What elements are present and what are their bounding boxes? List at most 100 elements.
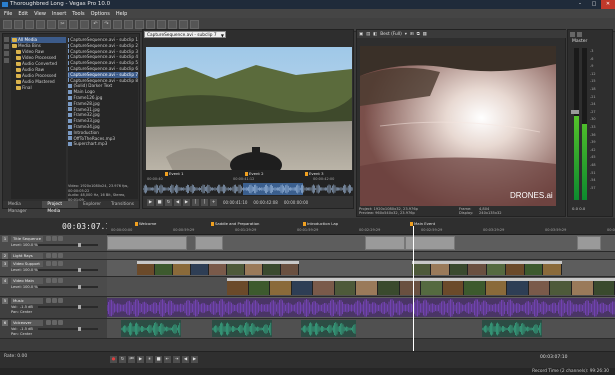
track-name[interactable]: Music — [11, 298, 43, 304]
envelope-tool-icon[interactable] — [124, 20, 133, 29]
copy-snapshot-icon[interactable]: ⧉ — [417, 32, 420, 37]
pause-icon[interactable]: ⏸ — [146, 356, 153, 363]
set-in-icon[interactable]: [ — [192, 198, 199, 206]
track-name[interactable]: Voiceover — [11, 320, 43, 326]
track-name[interactable]: Title Sequence — [11, 236, 43, 242]
menu-edit[interactable]: Edit — [18, 11, 28, 17]
track-solo-icon[interactable] — [58, 320, 63, 325]
loop-icon[interactable]: ↻ — [165, 198, 172, 206]
snapping-icon[interactable] — [168, 20, 177, 29]
copy-icon[interactable] — [69, 20, 78, 29]
tab-transitions[interactable]: Transitions — [106, 201, 139, 208]
go-to-end-icon[interactable]: ⇥ — [173, 356, 180, 363]
voiceover-clip[interactable] — [301, 320, 356, 337]
bin-item[interactable]: Final — [11, 85, 66, 91]
timeline-ruler[interactable]: Welcome Saddle and Preparation Introduct… — [107, 218, 615, 235]
normal-edit-tool-icon[interactable] — [113, 20, 122, 29]
track-lane-6[interactable] — [107, 319, 615, 339]
maximize-button[interactable]: □ — [587, 0, 601, 9]
lock-envelopes-icon[interactable] — [179, 20, 188, 29]
stop-icon[interactable]: ■ — [155, 356, 162, 363]
menu-options[interactable]: Options — [91, 11, 110, 17]
tab-media-manager[interactable]: Media Manager — [3, 201, 42, 214]
menu-file[interactable]: File — [4, 11, 12, 17]
track-header-2[interactable]: 2 Light Rays — [0, 252, 107, 260]
set-out-icon[interactable]: ] — [201, 198, 208, 206]
track-name[interactable]: Video Support — [11, 261, 43, 267]
marker-introduction-lap[interactable]: Introduction Lap — [303, 221, 338, 226]
title-clip[interactable] — [107, 236, 187, 250]
track-solo-icon[interactable] — [58, 278, 63, 283]
properties-icon[interactable] — [36, 20, 45, 29]
slider-knob[interactable] — [78, 268, 81, 272]
track-fx-icon[interactable] — [46, 320, 51, 325]
voiceover-clip[interactable] — [482, 320, 542, 337]
slider-knob[interactable] — [78, 305, 81, 309]
selection-tool-icon[interactable] — [135, 20, 144, 29]
track-name[interactable]: Light Rays — [11, 253, 43, 259]
record-icon[interactable]: ● — [110, 356, 117, 363]
split-screen-icon[interactable]: ◧ — [373, 32, 377, 37]
save-icon[interactable] — [25, 20, 34, 29]
trimmer-timeline[interactable]: Event 1 Event 2 Event 3 00:00:40 00:00:4… — [143, 170, 353, 196]
slider-knob[interactable] — [78, 243, 81, 247]
stop-icon[interactable]: ■ — [156, 198, 163, 206]
track-fx-icon[interactable] — [46, 298, 51, 303]
track-solo-icon[interactable] — [58, 236, 63, 241]
track-fx-icon[interactable] — [46, 253, 51, 258]
track-solo-icon[interactable] — [58, 261, 63, 266]
master-mute-icon[interactable] — [577, 32, 582, 37]
menu-view[interactable]: View — [34, 11, 46, 17]
properties-icon[interactable] — [4, 58, 9, 63]
paste-icon[interactable] — [80, 20, 89, 29]
track-mute-icon[interactable] — [52, 261, 57, 266]
video-clip[interactable] — [137, 261, 299, 275]
track-level-slider[interactable] — [38, 327, 98, 331]
views-icon[interactable] — [4, 51, 9, 56]
menu-help[interactable]: Help — [116, 11, 127, 17]
title-clip[interactable] — [365, 236, 405, 250]
redo-icon[interactable]: ↷ — [102, 20, 111, 29]
track-level-slider[interactable] — [38, 305, 98, 309]
master-fx-icon[interactable] — [570, 32, 575, 37]
menu-tools[interactable]: Tools — [72, 11, 84, 17]
previous-frame-icon[interactable]: ◀ — [174, 198, 181, 206]
menu-insert[interactable]: Insert — [52, 11, 66, 17]
marker-welcome[interactable]: Welcome — [135, 221, 156, 226]
tab-project-media[interactable]: Project Media — [42, 201, 79, 214]
track-lane-1[interactable] — [107, 235, 615, 252]
track-mute-icon[interactable] — [52, 253, 57, 258]
add-to-timeline-icon[interactable]: + — [210, 198, 217, 206]
track-header-4[interactable]: 4 Video Main Level: 100.0 % — [0, 277, 107, 297]
track-mute-icon[interactable] — [52, 298, 57, 303]
voiceover-clip[interactable] — [121, 320, 181, 337]
preview-quality-select[interactable]: Best (Full) — [380, 32, 402, 37]
next-frame-icon[interactable]: ▶ — [191, 356, 198, 363]
next-frame-icon[interactable]: ▶ — [183, 198, 190, 206]
slider-knob[interactable] — [78, 327, 81, 331]
play-icon[interactable]: ▶ — [147, 198, 154, 206]
media-file-item[interactable]: Superchart.mp3 — [68, 141, 138, 147]
cut-icon[interactable]: ✂ — [58, 20, 67, 29]
ignore-grouping-icon[interactable] — [190, 20, 199, 29]
play-from-start-icon[interactable]: ⏮ — [128, 356, 135, 363]
loop-playback-icon[interactable]: ↻ — [119, 356, 126, 363]
track-lane-2[interactable] — [107, 252, 615, 260]
track-solo-icon[interactable] — [58, 298, 63, 303]
track-lane-5[interactable] — [107, 297, 615, 319]
open-icon[interactable] — [14, 20, 23, 29]
track-mute-icon[interactable] — [52, 278, 57, 283]
track-lane-4[interactable] — [107, 277, 615, 297]
track-fx-icon[interactable] — [46, 236, 51, 241]
new-icon[interactable] — [3, 20, 12, 29]
track-header-5[interactable]: 5 Music Vol: -1.5 dB Pan: Center — [0, 297, 107, 319]
track-lane-3[interactable] — [107, 260, 615, 277]
track-header-6[interactable]: 6 Voiceover Vol: -1.5 dB Pan: Center — [0, 319, 107, 339]
zoom-tool-icon[interactable] — [146, 20, 155, 29]
import-media-icon[interactable] — [4, 37, 9, 42]
previous-frame-icon[interactable]: ◀ — [182, 356, 189, 363]
track-fx-icon[interactable] — [46, 261, 51, 266]
close-button[interactable]: ✕ — [601, 0, 615, 9]
track-level-slider[interactable] — [38, 285, 98, 289]
overlays-icon[interactable]: ⊞ — [410, 32, 414, 37]
